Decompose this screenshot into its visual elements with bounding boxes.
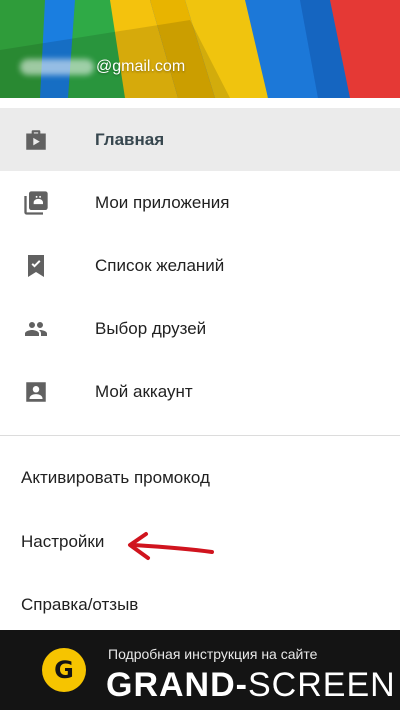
menu-item-label: Мои приложения (95, 192, 230, 212)
header-background (0, 0, 400, 98)
shop-icon (22, 126, 50, 154)
my-apps-icon (22, 189, 50, 217)
account-header: @gmail.com (0, 0, 400, 98)
banner-subtitle: Подробная инструкция на сайте (108, 646, 318, 662)
brand-part-bold: GRAND- (106, 666, 248, 704)
menu-item-label: Мой аккаунт (95, 381, 193, 401)
account-email-row[interactable]: @gmail.com (20, 52, 185, 82)
menu-item-label: Список желаний (95, 255, 225, 275)
menu-divider (0, 435, 400, 436)
menu-item-wishlist[interactable]: Список желаний (0, 234, 400, 297)
navigation-menu: Главная Мои приложения Список желаний Вы… (0, 108, 400, 423)
settings-item[interactable]: Настройки (21, 532, 104, 552)
account-email: @gmail.com (96, 58, 186, 75)
menu-item-friends[interactable]: Выбор друзей (0, 297, 400, 360)
menu-item-account[interactable]: Мой аккаунт (0, 360, 400, 423)
help-feedback-item[interactable]: Справка/отзыв (21, 595, 138, 615)
banner-brand: GRAND-SCREEN (106, 666, 396, 705)
menu-item-my-apps[interactable]: Мои приложения (0, 171, 400, 234)
account-icon (22, 378, 50, 406)
wishlist-icon (22, 252, 50, 280)
annotation-arrow-icon (128, 532, 214, 560)
people-icon (22, 315, 50, 343)
menu-item-home[interactable]: Главная (0, 108, 400, 171)
blurred-username (20, 59, 94, 75)
menu-item-label: Главная (95, 129, 165, 149)
redeem-promo-code-item[interactable]: Активировать промокод (21, 468, 210, 488)
menu-item-label: Выбор друзей (95, 318, 207, 338)
grand-screen-logo-icon: G (42, 648, 86, 692)
grand-screen-banner: G Подробная инструкция на сайте GRAND-SC… (0, 630, 400, 710)
brand-part-regular: SCREEN (247, 666, 396, 704)
